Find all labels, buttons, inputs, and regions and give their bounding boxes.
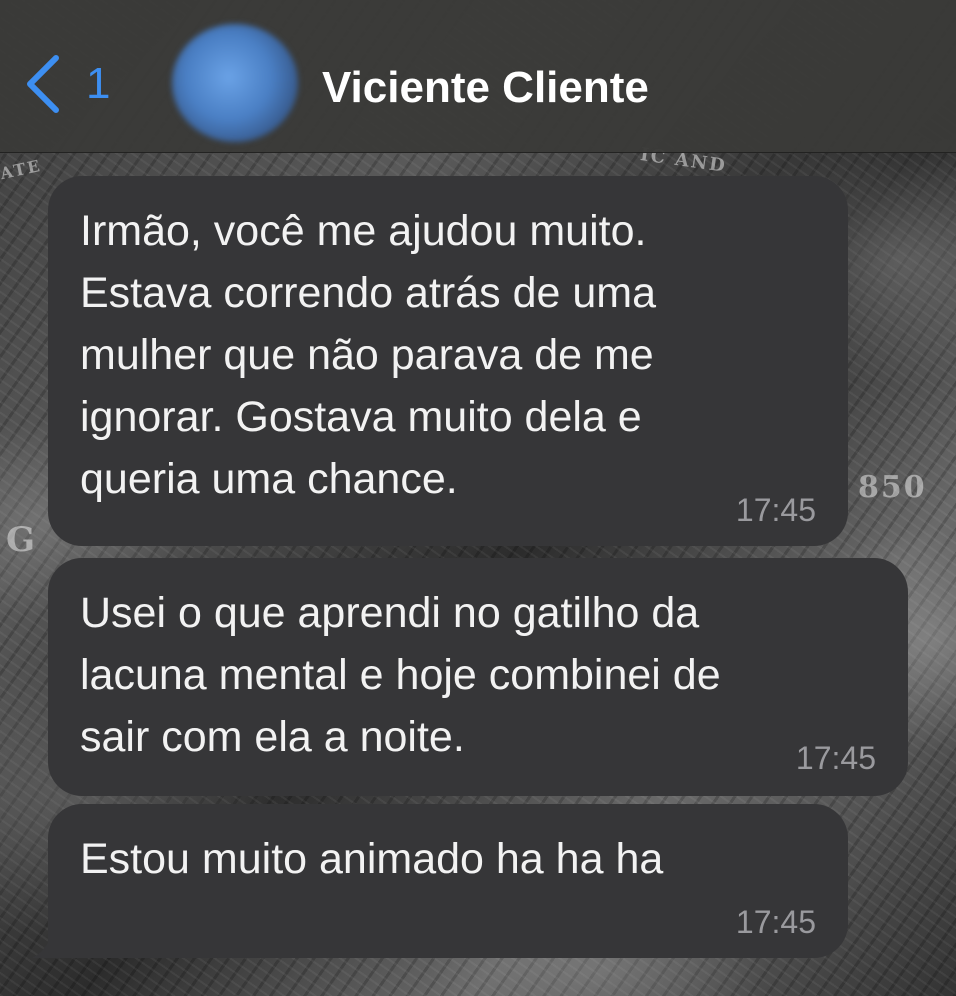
contact-name[interactable]: Viciente Cliente [322,58,649,118]
message-bubble[interactable]: Usei o que aprendi no gatilho da lacuna … [48,558,908,796]
message-timestamp: 17:45 [735,904,816,940]
avatar[interactable] [172,24,298,142]
message-timestamp: 17:45 [795,740,876,776]
message-text: Estou muito animado ha ha ha [80,835,664,883]
message-text: Usei o que aprendi no gatilho da lacuna … [80,589,721,761]
message-bubble[interactable]: Estou muito animado ha ha ha 17:45 [48,804,848,958]
message-timestamp: 17:45 [735,492,816,528]
chevron-left-icon [24,54,62,114]
unread-count: 1 [86,59,111,108]
chat-header: 1 Viciente Cliente [0,0,956,153]
message-text: Irmão, você me ajudou muito. Estava corr… [80,207,657,503]
message-bubble[interactable]: Irmão, você me ajudou muito. Estava corr… [48,176,848,546]
back-button[interactable]: 1 [24,52,110,116]
